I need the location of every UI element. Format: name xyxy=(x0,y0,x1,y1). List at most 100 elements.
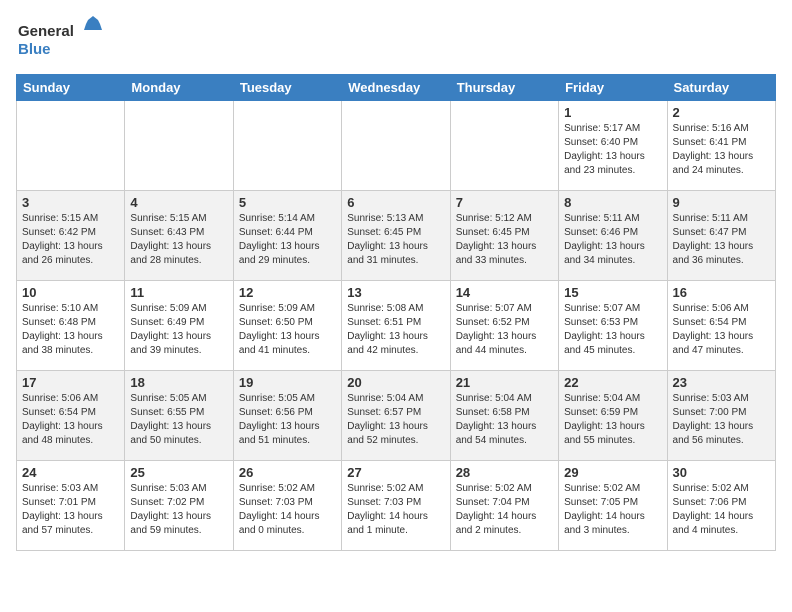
day-info: Sunrise: 5:11 AM Sunset: 6:47 PM Dayligh… xyxy=(673,212,770,268)
day-info: Sunrise: 5:17 AM Sunset: 6:40 PM Dayligh… xyxy=(564,122,661,178)
day-info: Sunrise: 5:15 AM Sunset: 6:42 PM Dayligh… xyxy=(22,212,119,268)
header: General Blue xyxy=(16,16,776,66)
day-number: 30 xyxy=(673,465,770,480)
day-info: Sunrise: 5:04 AM Sunset: 6:58 PM Dayligh… xyxy=(456,392,553,448)
logo: General Blue xyxy=(16,16,106,66)
calendar-cell xyxy=(450,101,558,191)
day-number: 9 xyxy=(673,195,770,210)
day-number: 26 xyxy=(239,465,336,480)
calendar-cell: 29 Sunrise: 5:02 AM Sunset: 7:05 PM Dayli… xyxy=(559,461,667,551)
calendar-cell: 5Sunrise: 5:14 AM Sunset: 6:44 PM Daylig… xyxy=(233,191,341,281)
calendar-cell: 24Sunrise: 5:03 AM Sunset: 7:01 PM Dayli… xyxy=(17,461,125,551)
calendar-table: SundayMondayTuesdayWednesdayThursdayFrid… xyxy=(16,74,776,551)
calendar-cell: 8 Sunrise: 5:11 AM Sunset: 6:46 PM Daylig… xyxy=(559,191,667,281)
calendar-cell: 25 Sunrise: 5:03 AM Sunset: 7:02 PM Dayli… xyxy=(125,461,233,551)
calendar-week-row: 3 Sunrise: 5:15 AM Sunset: 6:42 PM Daylig… xyxy=(17,191,776,281)
calendar-cell: 28Sunrise: 5:02 AM Sunset: 7:04 PM Dayli… xyxy=(450,461,558,551)
day-info: Sunrise: 5:02 AM Sunset: 7:03 PM Dayligh… xyxy=(347,482,444,538)
calendar-cell: 27 Sunrise: 5:02 AM Sunset: 7:03 PM Dayli… xyxy=(342,461,450,551)
calendar-cell: 9 Sunrise: 5:11 AM Sunset: 6:47 PM Daylig… xyxy=(667,191,775,281)
day-number: 21 xyxy=(456,375,553,390)
day-info: Sunrise: 5:07 AM Sunset: 6:53 PM Dayligh… xyxy=(564,302,661,358)
calendar-cell xyxy=(17,101,125,191)
day-number: 27 xyxy=(347,465,444,480)
day-info: Sunrise: 5:15 AM Sunset: 6:43 PM Dayligh… xyxy=(130,212,227,268)
day-number: 6 xyxy=(347,195,444,210)
day-header-tuesday: Tuesday xyxy=(233,75,341,101)
svg-text:Blue: Blue xyxy=(18,41,51,58)
day-info: Sunrise: 5:09 AM Sunset: 6:50 PM Dayligh… xyxy=(239,302,336,358)
day-info: Sunrise: 5:13 AM Sunset: 6:45 PM Dayligh… xyxy=(347,212,444,268)
day-number: 25 xyxy=(130,465,227,480)
calendar-cell: 11 Sunrise: 5:09 AM Sunset: 6:49 PM Dayli… xyxy=(125,281,233,371)
day-number: 15 xyxy=(564,285,661,300)
calendar-cell xyxy=(342,101,450,191)
day-info: Sunrise: 5:05 AM Sunset: 6:56 PM Dayligh… xyxy=(239,392,336,448)
calendar-cell: 1 Sunrise: 5:17 AM Sunset: 6:40 PM Daylig… xyxy=(559,101,667,191)
day-info: Sunrise: 5:02 AM Sunset: 7:03 PM Dayligh… xyxy=(239,482,336,538)
day-info: Sunrise: 5:03 AM Sunset: 7:02 PM Dayligh… xyxy=(130,482,227,538)
day-info: Sunrise: 5:09 AM Sunset: 6:49 PM Dayligh… xyxy=(130,302,227,358)
day-number: 20 xyxy=(347,375,444,390)
day-number: 11 xyxy=(130,285,227,300)
day-info: Sunrise: 5:06 AM Sunset: 6:54 PM Dayligh… xyxy=(22,392,119,448)
day-header-monday: Monday xyxy=(125,75,233,101)
day-number: 1 xyxy=(564,105,661,120)
calendar-cell xyxy=(233,101,341,191)
day-number: 22 xyxy=(564,375,661,390)
calendar-cell: 18 Sunrise: 5:05 AM Sunset: 6:55 PM Dayli… xyxy=(125,371,233,461)
day-number: 19 xyxy=(239,375,336,390)
calendar-cell: 22 Sunrise: 5:04 AM Sunset: 6:59 PM Dayli… xyxy=(559,371,667,461)
calendar-cell: 3 Sunrise: 5:15 AM Sunset: 6:42 PM Daylig… xyxy=(17,191,125,281)
day-number: 29 xyxy=(564,465,661,480)
calendar-cell: 30Sunrise: 5:02 AM Sunset: 7:06 PM Dayli… xyxy=(667,461,775,551)
calendar-cell: 2Sunrise: 5:16 AM Sunset: 6:41 PM Daylig… xyxy=(667,101,775,191)
day-number: 17 xyxy=(22,375,119,390)
calendar-cell: 12 Sunrise: 5:09 AM Sunset: 6:50 PM Dayli… xyxy=(233,281,341,371)
day-number: 12 xyxy=(239,285,336,300)
day-info: Sunrise: 5:11 AM Sunset: 6:46 PM Dayligh… xyxy=(564,212,661,268)
day-number: 23 xyxy=(673,375,770,390)
day-header-saturday: Saturday xyxy=(667,75,775,101)
calendar-cell: 13 Sunrise: 5:08 AM Sunset: 6:51 PM Dayli… xyxy=(342,281,450,371)
day-info: Sunrise: 5:03 AM Sunset: 7:00 PM Dayligh… xyxy=(673,392,770,448)
day-info: Sunrise: 5:08 AM Sunset: 6:51 PM Dayligh… xyxy=(347,302,444,358)
calendar-cell xyxy=(125,101,233,191)
day-info: Sunrise: 5:07 AM Sunset: 6:52 PM Dayligh… xyxy=(456,302,553,358)
calendar-cell: 10Sunrise: 5:10 AM Sunset: 6:48 PM Dayli… xyxy=(17,281,125,371)
day-number: 2 xyxy=(673,105,770,120)
day-info: Sunrise: 5:02 AM Sunset: 7:05 PM Dayligh… xyxy=(564,482,661,538)
svg-text:General: General xyxy=(18,23,74,40)
logo-svg: General Blue xyxy=(16,16,106,66)
calendar-cell: 17 Sunrise: 5:06 AM Sunset: 6:54 PM Dayli… xyxy=(17,371,125,461)
calendar-cell: 7Sunrise: 5:12 AM Sunset: 6:45 PM Daylig… xyxy=(450,191,558,281)
calendar-cell: 16 Sunrise: 5:06 AM Sunset: 6:54 PM Dayli… xyxy=(667,281,775,371)
calendar-cell: 6 Sunrise: 5:13 AM Sunset: 6:45 PM Daylig… xyxy=(342,191,450,281)
calendar-cell: 20Sunrise: 5:04 AM Sunset: 6:57 PM Dayli… xyxy=(342,371,450,461)
day-number: 3 xyxy=(22,195,119,210)
calendar-week-row: 1 Sunrise: 5:17 AM Sunset: 6:40 PM Daylig… xyxy=(17,101,776,191)
day-header-wednesday: Wednesday xyxy=(342,75,450,101)
day-number: 14 xyxy=(456,285,553,300)
calendar-header-row: SundayMondayTuesdayWednesdayThursdayFrid… xyxy=(17,75,776,101)
day-number: 4 xyxy=(130,195,227,210)
day-number: 5 xyxy=(239,195,336,210)
day-number: 16 xyxy=(673,285,770,300)
day-header-friday: Friday xyxy=(559,75,667,101)
calendar-week-row: 17 Sunrise: 5:06 AM Sunset: 6:54 PM Dayli… xyxy=(17,371,776,461)
calendar-cell: 23 Sunrise: 5:03 AM Sunset: 7:00 PM Dayli… xyxy=(667,371,775,461)
day-info: Sunrise: 5:05 AM Sunset: 6:55 PM Dayligh… xyxy=(130,392,227,448)
day-number: 10 xyxy=(22,285,119,300)
day-number: 24 xyxy=(22,465,119,480)
day-number: 18 xyxy=(130,375,227,390)
day-number: 13 xyxy=(347,285,444,300)
day-info: Sunrise: 5:04 AM Sunset: 6:59 PM Dayligh… xyxy=(564,392,661,448)
calendar-cell: 14 Sunrise: 5:07 AM Sunset: 6:52 PM Dayli… xyxy=(450,281,558,371)
calendar-cell: 15 Sunrise: 5:07 AM Sunset: 6:53 PM Dayli… xyxy=(559,281,667,371)
day-number: 8 xyxy=(564,195,661,210)
calendar-week-row: 10Sunrise: 5:10 AM Sunset: 6:48 PM Dayli… xyxy=(17,281,776,371)
calendar-cell: 19 Sunrise: 5:05 AM Sunset: 6:56 PM Dayli… xyxy=(233,371,341,461)
day-header-thursday: Thursday xyxy=(450,75,558,101)
day-info: Sunrise: 5:06 AM Sunset: 6:54 PM Dayligh… xyxy=(673,302,770,358)
calendar-week-row: 24Sunrise: 5:03 AM Sunset: 7:01 PM Dayli… xyxy=(17,461,776,551)
